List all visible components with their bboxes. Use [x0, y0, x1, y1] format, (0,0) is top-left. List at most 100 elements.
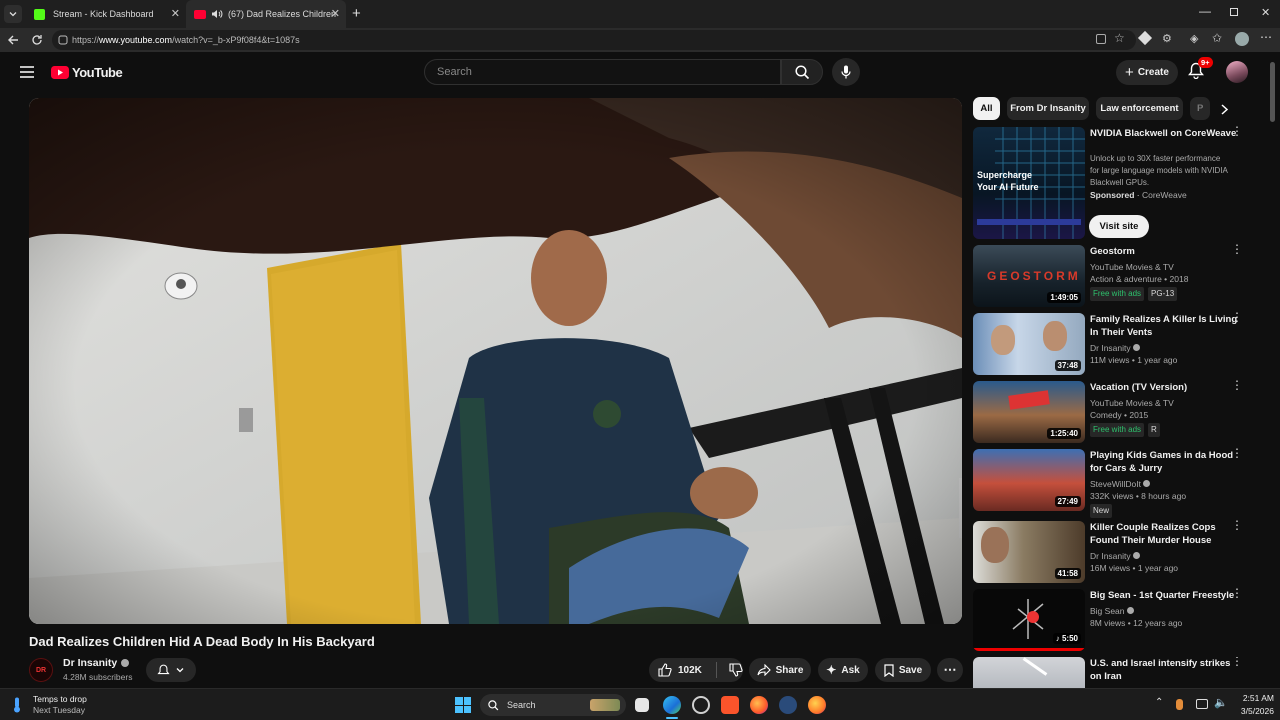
more-menu-icon[interactable]: ⋮	[1231, 587, 1243, 599]
scrollbar-thumb[interactable]	[1270, 62, 1275, 122]
video-title[interactable]: Family Realizes A Killer Is Living In Th…	[1090, 313, 1244, 339]
more-menu-icon[interactable]: ⋮	[1231, 447, 1243, 459]
back-icon[interactable]	[7, 34, 19, 46]
taskbar-search[interactable]: Search	[480, 694, 626, 716]
more-menu-icon[interactable]: ⋮	[1231, 311, 1243, 323]
firefox-icon[interactable]	[750, 696, 768, 714]
list-item[interactable]: ♪ 5:50 Big Sean - 1st Quarter Freestyle …	[973, 587, 1268, 653]
thumbnail[interactable]: ♪ 5:50	[973, 589, 1085, 651]
reader-icon[interactable]	[1096, 34, 1106, 44]
volume-icon[interactable]: 🔈	[1214, 696, 1228, 709]
minimize-button[interactable]: —	[1199, 4, 1211, 18]
video-title[interactable]: Geostorm	[1090, 245, 1244, 258]
new-tab-button[interactable]: +	[352, 5, 361, 22]
save-button[interactable]: Save	[875, 658, 931, 682]
more-menu-icon[interactable]: ⋮	[1231, 379, 1243, 391]
video-title[interactable]: Vacation (TV Version)	[1090, 381, 1244, 394]
microphone-icon[interactable]	[1176, 699, 1183, 710]
account-avatar[interactable]	[1226, 61, 1248, 83]
puzzle-icon[interactable]: ⚙	[1162, 32, 1172, 45]
visit-site-button[interactable]: Visit site	[1089, 215, 1149, 238]
ask-button[interactable]: ✦ Ask	[818, 658, 868, 682]
list-item[interactable]: GEOSTORM 1:49:05 Geostorm YouTube Movies…	[973, 243, 1268, 309]
channel-name[interactable]: YouTube Movies & TV	[1090, 261, 1240, 273]
settings-app-icon[interactable]	[692, 696, 710, 714]
list-item[interactable]: 27:49 Playing Kids Games in da Hood for …	[973, 447, 1268, 518]
favorite-star-icon[interactable]: ☆	[1114, 31, 1125, 45]
chevron-right-icon[interactable]	[1220, 104, 1229, 115]
channel-name[interactable]: Dr Insanity	[63, 657, 130, 669]
more-menu-icon[interactable]: ⋮	[1231, 519, 1243, 531]
chip-partial[interactable]: P	[1190, 97, 1210, 120]
edge-browser-icon[interactable]	[663, 696, 681, 714]
clock[interactable]: 2:51 AM 3/5/2026	[1228, 693, 1274, 716]
list-item[interactable]: 41:58 Killer Couple Realizes Cops Found …	[973, 519, 1268, 585]
brave-browser-icon[interactable]	[721, 696, 739, 714]
restore-button[interactable]	[1230, 8, 1238, 16]
channel-name[interactable]: Dr Insanity	[1090, 342, 1240, 354]
extension-icon[interactable]	[1137, 30, 1153, 46]
dislike-button[interactable]	[729, 663, 743, 677]
list-item[interactable]: 1:25:40 Vacation (TV Version) YouTube Mo…	[973, 379, 1268, 445]
channel-name[interactable]: SteveWillDoIt	[1090, 478, 1240, 490]
search-button[interactable]	[781, 59, 823, 85]
close-window-button[interactable]: ✕	[1261, 6, 1270, 19]
create-button[interactable]: + Create	[1116, 60, 1178, 85]
video-player[interactable]	[29, 98, 962, 624]
tab-list-button[interactable]	[4, 5, 22, 23]
video-title[interactable]: U.S. and Israel intensify strikes on Ira…	[1090, 657, 1244, 683]
thumbnail[interactable]: 37:48	[973, 313, 1085, 375]
page-scrollbar[interactable]	[1270, 62, 1275, 682]
thumbnail[interactable]	[973, 657, 1085, 688]
profile-avatar-icon[interactable]	[1235, 32, 1249, 46]
channel-avatar[interactable]: DR	[29, 658, 53, 682]
share-button[interactable]: Share	[749, 658, 811, 682]
chip-all[interactable]: All	[973, 97, 1000, 120]
ad-menu-icon[interactable]: ⋮	[1231, 125, 1243, 137]
speaker-icon[interactable]	[211, 9, 223, 19]
channel-name[interactable]: YouTube Movies & TV	[1090, 397, 1240, 409]
video-title[interactable]: Playing Kids Games in da Hood for Cars &…	[1090, 449, 1244, 475]
network-icon[interactable]	[1196, 699, 1208, 709]
thumbnail[interactable]: 27:49	[973, 449, 1085, 511]
chip-law-enforcement[interactable]: Law enforcement	[1096, 97, 1183, 120]
tab-kick-dashboard[interactable]: Stream - Kick Dashboard ✕	[26, 0, 186, 28]
more-menu-icon[interactable]: ⋮	[1231, 243, 1243, 255]
voice-search-button[interactable]	[832, 58, 860, 86]
more-menu-icon[interactable]: ⋯	[1260, 30, 1272, 44]
notifications-button[interactable]: 9+	[1188, 57, 1213, 82]
steam-icon[interactable]	[779, 696, 797, 714]
start-button[interactable]	[455, 697, 471, 713]
weather-widget[interactable]: Temps to drop Next Tuesday	[12, 693, 122, 717]
video-title[interactable]: Killer Couple Realizes Cops Found Their …	[1090, 521, 1244, 547]
tab-youtube-video[interactable]: (67) Dad Realizes Children Hid ✕	[186, 0, 346, 28]
close-icon[interactable]: ✕	[331, 7, 340, 20]
firefox-alt-icon[interactable]	[808, 696, 826, 714]
thumbnail[interactable]: 41:58	[973, 521, 1085, 583]
thumbnail[interactable]: 1:25:40	[973, 381, 1085, 443]
hamburger-menu-icon[interactable]	[20, 66, 34, 78]
ad-title[interactable]: NVIDIA Blackwell on CoreWeave	[1090, 127, 1244, 140]
list-item[interactable]: U.S. and Israel intensify strikes on Ira…	[973, 657, 1268, 688]
channel-name[interactable]: Dr Insanity	[1090, 550, 1240, 562]
video-title[interactable]: Big Sean - 1st Quarter Freestyle	[1090, 589, 1244, 602]
like-button[interactable]: 102K	[658, 663, 702, 677]
close-icon[interactable]: ✕	[171, 7, 180, 20]
channel-name[interactable]: Big Sean	[1090, 605, 1240, 617]
thumbnail[interactable]: GEOSTORM 1:49:05	[973, 245, 1085, 307]
show-hidden-icons-icon[interactable]: ⌃	[1155, 697, 1163, 708]
more-menu-icon[interactable]: ⋮	[1231, 657, 1243, 667]
youtube-logo[interactable]: YouTube	[51, 65, 123, 80]
site-info-icon[interactable]	[58, 35, 68, 45]
sponsored-ad[interactable]: Supercharge Your AI Future NVIDIA Blackw…	[973, 125, 1268, 241]
more-actions-button[interactable]: ⋯	[937, 658, 963, 682]
reload-icon[interactable]	[31, 34, 43, 46]
copilot-icon[interactable]: ◈	[1190, 32, 1198, 45]
search-input[interactable]: Search	[424, 59, 781, 85]
ad-thumbnail[interactable]: Supercharge Your AI Future	[973, 127, 1085, 239]
chip-from-channel[interactable]: From Dr Insanity	[1007, 97, 1089, 120]
subscribed-bell-button[interactable]	[146, 658, 196, 682]
favorites-icon[interactable]: ✩	[1212, 31, 1222, 45]
list-item[interactable]: 37:48 Family Realizes A Killer Is Living…	[973, 311, 1268, 377]
url-field[interactable]: https://www.youtube.com/watch?v=_b-xP9f0…	[52, 30, 1136, 50]
